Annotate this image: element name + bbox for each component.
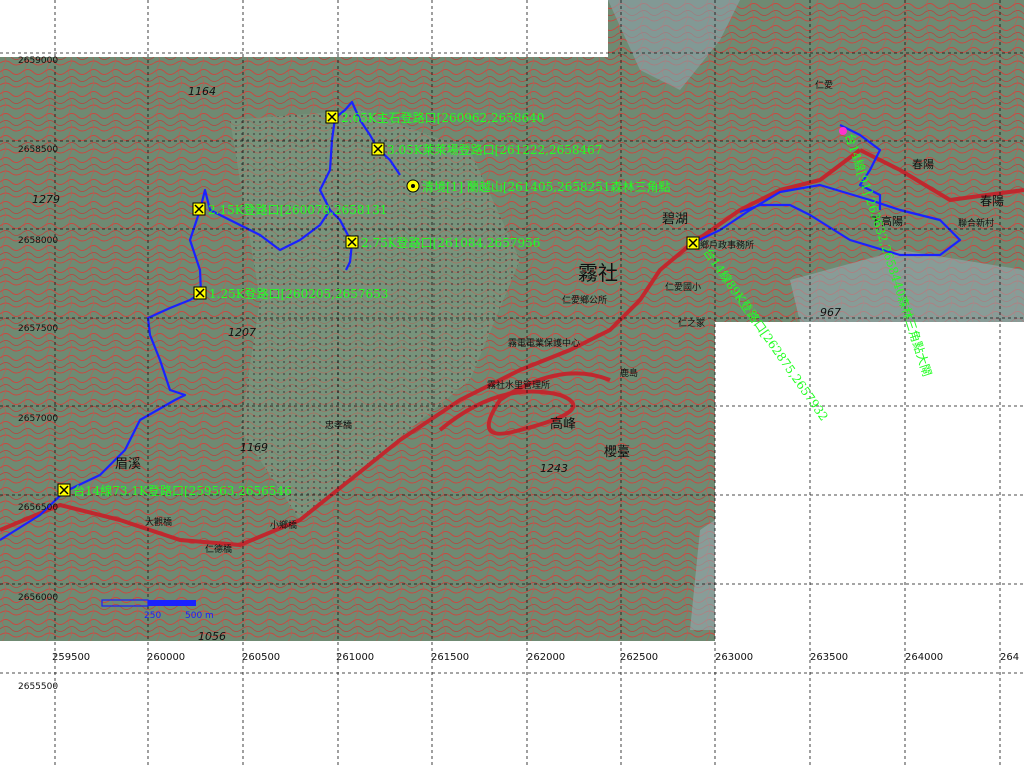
x-tick: 263000	[715, 652, 753, 663]
y-tick: 2656000	[18, 593, 58, 603]
waypoint-marker-icon[interactable]	[371, 142, 385, 156]
waypoint-label: 1.25K登路口[260205,2657653	[209, 286, 388, 301]
place-meixi: 眉溪	[115, 457, 141, 472]
peak-elevation: 1056	[198, 630, 226, 643]
place-xiaoxiang-bridge: 小鄉橋	[270, 519, 297, 531]
waypoint-label: 2.75K登路口[261084,2657956	[361, 235, 540, 250]
waypoint-marker-icon[interactable]	[325, 110, 339, 124]
place-chunyang-2: 春陽	[980, 194, 1004, 208]
waypoint-label: 3.05K萊萊場登路口[261222,2658467	[387, 142, 602, 157]
waypoint-marker-icon[interactable]	[192, 202, 206, 216]
waypoint-marker-icon[interactable]	[57, 483, 71, 497]
waypoint-label: 2.15K登路口[260078,2658131	[208, 202, 387, 217]
place-renai: 仁愛	[815, 79, 833, 91]
x-tick: 259500	[52, 652, 90, 663]
place-bihu: 碧湖	[662, 212, 688, 227]
place-ludao: 鹿島	[620, 367, 638, 379]
y-tick: 2658500	[18, 145, 58, 155]
place-rende-bridge: 仁德橋	[205, 543, 232, 555]
y-tick: 2655500	[18, 682, 58, 692]
terrain-layer	[0, 0, 1024, 641]
place-gaofeng: 高峰	[550, 416, 576, 432]
x-tick: 260500	[242, 652, 280, 663]
peak-elevation: 1207	[228, 326, 256, 339]
waypoint-label: 2.65K主石登路口[260962,2658640	[341, 110, 544, 125]
waypoint-label: 清境[1] 蘭越山[261405,2658251森林三角點	[422, 179, 671, 194]
topographic-map[interactable]: 2659000 2658500 2658000 2657500 2657000 …	[0, 0, 1024, 768]
waypoint-marker-icon[interactable]	[686, 236, 700, 250]
x-tick: 262000	[527, 652, 565, 663]
x-tick: 264	[1000, 652, 1019, 663]
x-tick: 262500	[620, 652, 658, 663]
peak-elevation: 1279	[32, 193, 60, 206]
peak-elevation: 967	[820, 306, 841, 319]
waypoint-marker-icon[interactable]	[193, 286, 207, 300]
waypoint-marker-icon[interactable]	[345, 235, 359, 249]
x-tick: 261500	[431, 652, 469, 663]
place-zhongxiao-bridge: 忠孝橋	[325, 419, 352, 431]
peak-elevation: 1164	[188, 85, 216, 98]
place-renai-school: 仁愛國小	[665, 281, 701, 293]
y-tick: 2659000	[18, 56, 58, 66]
x-tick: 264000	[905, 652, 943, 663]
peak-elevation: 1243	[540, 462, 568, 475]
scale-label: 250	[144, 611, 161, 621]
place-township-office: 仁愛鄉公所	[562, 294, 607, 306]
x-tick: 263500	[810, 652, 848, 663]
waypoint-label: 台14線73.1K登路口[259563,2656546	[73, 483, 292, 498]
place-protection-center: 霧電電業保護中心	[508, 337, 580, 349]
triangulation-point-icon[interactable]	[406, 179, 420, 193]
place-wushe: 霧社	[578, 261, 618, 285]
y-tick: 2657500	[18, 324, 58, 334]
place-daguan-bridge: 大觀橋	[145, 516, 172, 528]
y-tick: 2657000	[18, 414, 58, 424]
y-tick: 2658000	[18, 236, 58, 246]
x-tick: 260000	[147, 652, 185, 663]
y-tick: 2656500	[18, 503, 58, 513]
place-renzhijia: 仁之家	[678, 317, 705, 329]
place-yingtai: 櫻臺	[604, 445, 630, 460]
place-management-office: 霧社水里管理所	[487, 379, 550, 391]
x-axis-ticks: 259500 260000 260500 261000 261500 26200…	[52, 652, 1019, 663]
x-tick: 261000	[336, 652, 374, 663]
place-chunyang: 春陽	[912, 158, 934, 171]
scale-label: 500 m	[185, 611, 214, 621]
peak-elevation: 1169	[240, 441, 268, 454]
place-lianhe-village: 聯合新村	[958, 217, 994, 229]
